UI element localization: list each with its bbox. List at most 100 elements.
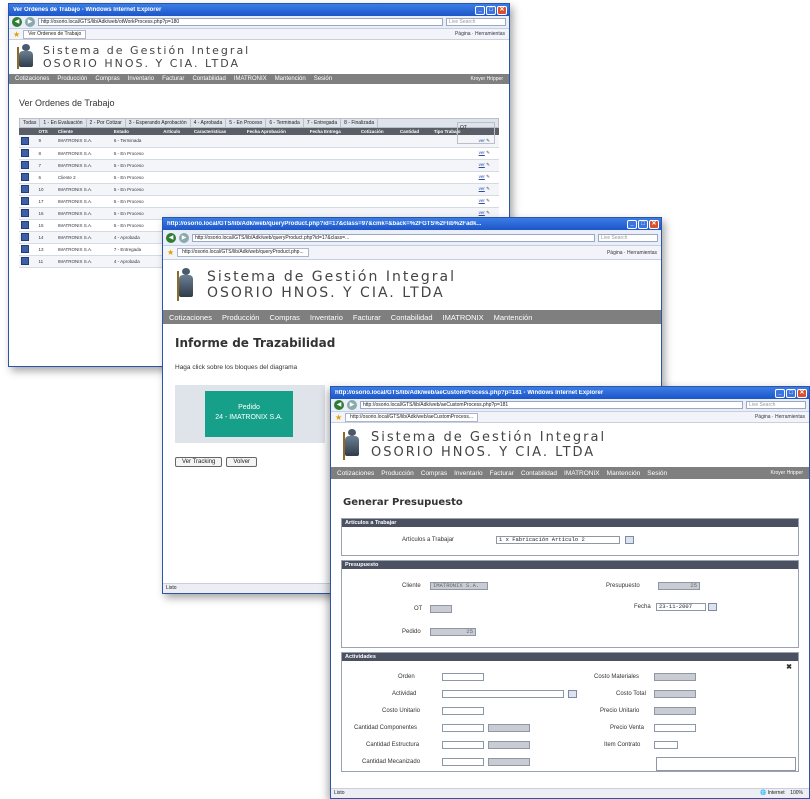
order-icon[interactable] — [21, 173, 29, 181]
cant-mecanizado-input[interactable] — [442, 758, 484, 766]
menu-item[interactable]: IMATRONIX — [564, 470, 600, 477]
tab-todas[interactable]: Todas — [20, 119, 41, 127]
tab-evaluacion[interactable]: 1 - En Evaluación — [40, 119, 87, 127]
favorites-star-icon[interactable]: ★ — [13, 30, 20, 39]
maximize-icon[interactable]: □ — [638, 219, 648, 229]
calendar-icon[interactable] — [708, 603, 717, 611]
edit-icon[interactable]: ✎ — [486, 174, 490, 179]
tab-aprobada[interactable]: 4 - Aprobada — [191, 119, 227, 127]
tab-por-cotizar[interactable]: 2 - Por Cotizar — [87, 119, 126, 127]
browser-tab[interactable]: Ver Ordenes de Trabajo — [23, 29, 87, 39]
menu-item[interactable]: Contabilidad — [521, 470, 557, 477]
costo-unitario-input[interactable] — [442, 707, 484, 715]
favorites-star-icon[interactable]: ★ — [167, 248, 174, 257]
forward-icon[interactable]: ▶ — [347, 400, 357, 410]
back-icon[interactable]: ◀ — [166, 232, 176, 243]
ver-link[interactable]: ver — [479, 150, 485, 155]
address-input[interactable]: http://osorio.local/GTS/lib/Adk/web/otWo… — [38, 18, 443, 26]
table-row[interactable]: 6 Cliente 25 - En Proceso ver ✎ — [19, 171, 499, 184]
menu-item[interactable]: Compras — [95, 76, 119, 82]
maximize-icon[interactable]: □ — [786, 388, 796, 398]
precio-venta-input[interactable] — [654, 724, 696, 732]
menu-item[interactable]: Compras — [421, 470, 447, 477]
address-input[interactable]: http://osorio.local/GTS/lib/Adk/web/quer… — [192, 233, 595, 242]
ver-link[interactable]: ver — [479, 210, 485, 215]
order-icon[interactable] — [21, 185, 29, 193]
tab-terminada[interactable]: 6 - Terminada — [266, 119, 304, 127]
menu-item[interactable]: IMATRONIX — [443, 313, 484, 322]
list-icon[interactable] — [568, 690, 577, 698]
browser-tab[interactable]: http://osorio.local/GTS/lib/Adk/web/aeCu… — [345, 412, 479, 422]
search-input[interactable]: Live Search — [598, 233, 658, 242]
tab-finalizada[interactable]: 8 - Finalizada — [341, 119, 379, 127]
edit-icon[interactable]: ✎ — [486, 210, 490, 215]
ver-link[interactable]: ver — [479, 198, 485, 203]
ver-link[interactable]: ver — [479, 162, 485, 167]
order-icon[interactable] — [21, 257, 29, 265]
edit-icon[interactable]: ✎ — [486, 186, 490, 191]
menu-item[interactable]: Mantención — [607, 470, 641, 477]
order-icon[interactable] — [21, 245, 29, 253]
actividad-input[interactable] — [442, 690, 564, 698]
col-header[interactable]: Fecha Aprobación — [244, 128, 308, 135]
col-header[interactable]: Cantidad — [397, 128, 432, 135]
minimize-icon[interactable]: _ — [627, 219, 637, 229]
menu-item[interactable]: Facturar — [162, 76, 184, 82]
menu-item[interactable]: Cotizaciones — [337, 470, 374, 477]
col-header[interactable]: Características — [191, 128, 245, 135]
menu-item[interactable]: Contabilidad — [391, 313, 433, 322]
cant-componentes-input[interactable] — [442, 724, 484, 732]
tab-entregada[interactable]: 7 - Entregada — [304, 119, 342, 127]
edit-icon[interactable]: ✎ — [486, 162, 490, 167]
table-row[interactable]: 8 IMATRONIX S.A. 5 - En Proceso ver ✎ — [19, 147, 499, 160]
table-row[interactable]: 9 IMATRONIX S.A. 6 - Terminada ver ✎ — [19, 135, 499, 148]
toolbar-tools[interactable]: Página · Herramientas — [607, 250, 657, 256]
volver-button[interactable]: Volver — [226, 457, 258, 467]
ver-link[interactable]: ver — [479, 174, 485, 179]
order-icon[interactable] — [21, 197, 29, 205]
menu-item[interactable]: Sesión — [647, 470, 667, 477]
col-header[interactable]: Estado — [111, 128, 162, 135]
ot-filter[interactable]: OT — [457, 122, 495, 144]
close-icon[interactable]: ✕ — [497, 5, 507, 15]
favorites-star-icon[interactable]: ★ — [335, 413, 342, 422]
maximize-icon[interactable]: □ — [486, 5, 496, 15]
close-icon[interactable]: ✕ — [797, 388, 807, 398]
toolbar-tools[interactable]: Página · Herramientas — [455, 31, 505, 37]
order-icon[interactable] — [21, 221, 29, 229]
menu-item[interactable]: Inventario — [454, 470, 483, 477]
search-input[interactable]: Live Search — [446, 18, 506, 26]
diagram-node-pedido[interactable]: Pedido 24 - IMATRONIX S.A. — [205, 391, 293, 437]
order-icon[interactable] — [21, 161, 29, 169]
menu-item[interactable]: Producción — [57, 76, 87, 82]
ver-tracking-button[interactable]: Ver Tracking — [175, 457, 223, 467]
item-contrato-input[interactable] — [654, 741, 678, 749]
order-icon[interactable] — [21, 136, 29, 145]
edit-icon[interactable]: ✎ — [486, 198, 490, 203]
order-icon[interactable] — [21, 233, 29, 241]
menu-item[interactable]: Sesión — [314, 76, 332, 82]
menu-item[interactable]: Contabilidad — [192, 76, 225, 82]
ver-link[interactable]: ver — [479, 186, 485, 191]
forward-icon[interactable]: ▶ — [25, 17, 35, 27]
delete-icon[interactable]: ✖ — [786, 663, 792, 671]
menu-item[interactable]: Cotizaciones — [15, 76, 49, 82]
browser-tab[interactable]: http://osorio.local/GTS/lib/Adk/web/quer… — [177, 248, 309, 257]
minimize-icon[interactable]: _ — [775, 388, 785, 398]
menu-item[interactable]: Inventario — [128, 76, 154, 82]
col-header[interactable]: Cotización — [358, 128, 398, 135]
col-header[interactable]: Fecha Entrega — [307, 128, 359, 135]
menu-item[interactable]: Facturar — [490, 470, 514, 477]
observaciones-textarea[interactable] — [656, 757, 796, 771]
col-header[interactable]: Artículo — [161, 128, 192, 135]
close-icon[interactable]: ✕ — [649, 219, 659, 229]
cant-estructura-input[interactable] — [442, 741, 484, 749]
orden-input[interactable] — [442, 673, 484, 681]
menu-item[interactable]: Mantención — [494, 313, 533, 322]
toolbar-tools[interactable]: Página · Herramientas — [755, 414, 805, 420]
menu-item[interactable]: Compras — [269, 313, 299, 322]
order-icon[interactable] — [21, 209, 29, 217]
order-icon[interactable] — [21, 149, 29, 157]
minimize-icon[interactable]: _ — [475, 5, 485, 15]
table-row[interactable]: 17 IMATRONIX S.A. 5 - En Proceso ver ✎ — [19, 195, 499, 208]
